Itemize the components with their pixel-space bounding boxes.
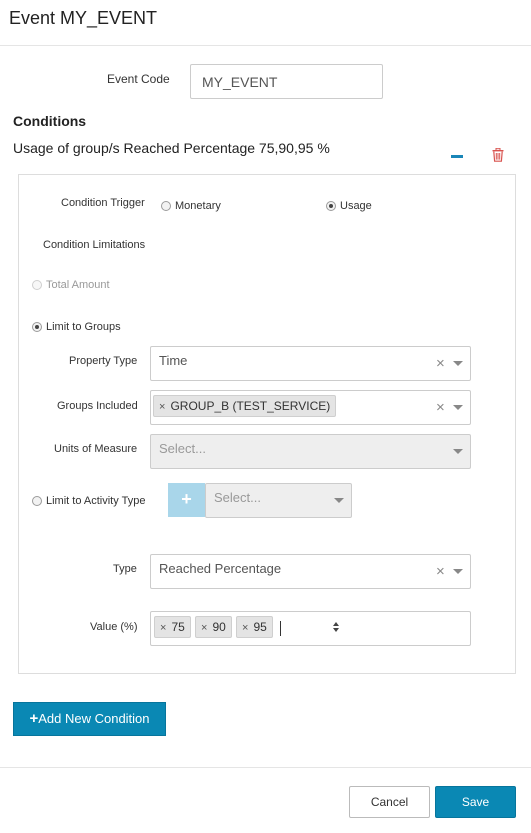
caret-down-icon[interactable] [453,361,463,366]
radio-monetary-label: Monetary [175,199,221,212]
condition-limitations-label: Condition Limitations [43,239,146,251]
property-type-value: Time [159,353,188,368]
units-of-measure-label: Units of Measure [54,443,138,455]
activity-placeholder: Select... [214,490,261,505]
plus-icon[interactable]: + [168,483,205,517]
group-chip: × GROUP_B (TEST_SERVICE) [153,395,337,417]
chip-remove-icon[interactable]: × [160,622,166,634]
type-value: Reached Percentage [159,561,282,576]
modal-header: Event MY_EVENT [0,0,531,46]
condition-trigger-label: Condition Trigger [61,197,145,209]
event-code-input[interactable] [190,64,383,99]
trash-icon[interactable] [492,147,504,162]
total-amount-option: Total Amount [32,276,110,294]
spinner-arrows-icon[interactable] [332,620,340,639]
caret-down-icon[interactable] [453,449,463,454]
clear-x-icon[interactable]: × [436,399,445,416]
conditions-heading: Conditions [13,113,87,129]
type-label: Type [113,563,137,575]
chip-remove-icon[interactable]: × [242,622,248,634]
limit-groups-label: Limit to Groups [46,320,121,333]
cancel-button[interactable]: Cancel [349,786,430,818]
caret-down-icon[interactable] [334,498,344,503]
value-chip-label: 75 [171,620,185,634]
radio-limit-activity[interactable] [32,495,42,506]
caret-down-icon[interactable] [453,569,463,574]
limit-to-groups-option[interactable]: Limit to Groups [32,318,121,336]
add-new-condition-button[interactable]: +Add New Condition [13,702,166,736]
value-chip: × 95 [236,616,273,638]
limit-to-activity-option[interactable]: Limit to Activity Type [32,492,145,510]
value-chip: × 90 [195,616,232,638]
property-type-label: Property Type [69,355,138,367]
save-button[interactable]: Save [435,786,516,818]
text-cursor [280,621,281,636]
total-amount-label: Total Amount [46,278,110,291]
type-select[interactable]: Reached Percentage × [150,554,471,589]
value-pct-label: Value (%) [90,621,138,633]
limit-activity-label: Limit to Activity Type [46,494,146,507]
group-chip-label: GROUP_B (TEST_SERVICE) [170,399,331,413]
units-placeholder: Select... [159,441,206,456]
activity-type-select[interactable]: Select... [205,483,352,518]
property-type-select[interactable]: Time × [150,346,471,381]
value-chip: × 75 [154,616,191,638]
event-code-label: Event Code [107,72,170,86]
radio-usage-label: Usage [340,199,372,212]
caret-down-icon[interactable] [453,405,463,410]
chip-remove-icon[interactable]: × [201,622,207,634]
chip-remove-icon[interactable]: × [159,401,165,413]
minus-icon[interactable] [451,150,463,162]
radio-monetary[interactable] [161,200,171,211]
condition-summary: Usage of group/s Reached Percentage 75,9… [13,140,330,156]
groups-included-label: Groups Included [57,400,138,412]
value-chip-label: 95 [253,620,267,634]
add-condition-label: Add New Condition [38,711,150,726]
trigger-option-usage[interactable]: Usage [326,197,372,215]
radio-usage[interactable] [326,200,336,211]
units-of-measure-select[interactable]: Select... [150,434,471,469]
clear-x-icon[interactable]: × [436,355,445,372]
plus-icon: + [29,710,39,727]
modal-title: Event MY_EVENT [9,8,158,28]
clear-x-icon[interactable]: × [436,563,445,580]
trigger-option-monetary[interactable]: Monetary [161,197,221,215]
radio-limit-groups[interactable] [32,321,42,332]
footer-divider [0,767,531,768]
value-chip-label: 90 [212,620,226,634]
radio-total-amount [32,279,42,290]
